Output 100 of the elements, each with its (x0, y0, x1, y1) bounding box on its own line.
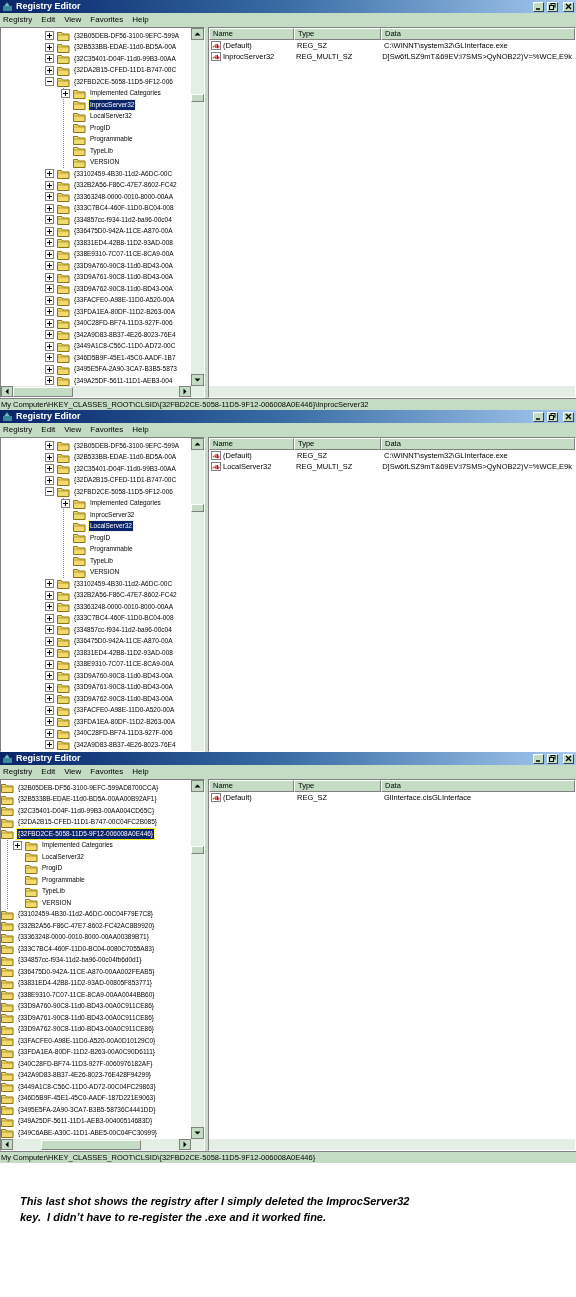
minimize-button[interactable] (533, 753, 544, 764)
menu-item[interactable]: Registry (3, 16, 33, 24)
vertical-scrollbar[interactable] (191, 780, 204, 1139)
vertical-scrollbar[interactable] (191, 28, 204, 386)
expand-toggle[interactable] (45, 341, 54, 351)
menu-item[interactable]: View (64, 426, 82, 434)
expand-toggle[interactable] (45, 261, 54, 271)
folder-icon (57, 191, 70, 203)
expand-toggle[interactable] (45, 728, 54, 738)
expand-toggle[interactable] (45, 659, 54, 669)
expand-toggle[interactable] (45, 682, 54, 692)
expand-toggle[interactable] (45, 180, 54, 190)
expand-toggle[interactable] (45, 353, 54, 363)
menu-item[interactable]: Edit (41, 426, 56, 434)
scroll-thumb[interactable] (13, 386, 73, 397)
menu-item[interactable]: Help (132, 16, 149, 24)
minimize-button[interactable] (533, 411, 544, 422)
plus-icon (46, 603, 53, 611)
folder-icon (57, 589, 70, 601)
expand-toggle[interactable] (45, 31, 54, 41)
horizontal-scrollbar[interactable] (1, 1139, 204, 1150)
expand-toggle[interactable] (45, 694, 54, 704)
expand-toggle[interactable] (45, 602, 54, 612)
expand-toggle[interactable] (45, 648, 54, 658)
expand-toggle[interactable] (45, 295, 54, 305)
folder-icon (57, 329, 70, 341)
menu-item[interactable]: Help (132, 768, 149, 776)
expand-toggle[interactable] (45, 364, 54, 374)
menu-item[interactable]: Favorites (90, 768, 124, 776)
expand-toggle[interactable] (45, 625, 54, 635)
expand-toggle[interactable] (45, 590, 54, 600)
restore-button[interactable] (547, 411, 558, 422)
expand-toggle[interactable] (45, 65, 54, 75)
close-button[interactable] (563, 411, 574, 422)
expand-toggle[interactable] (45, 249, 54, 259)
expand-toggle[interactable] (45, 464, 54, 474)
expand-toggle[interactable] (45, 318, 54, 328)
menu-item[interactable]: View (64, 768, 82, 776)
menu-item[interactable]: Edit (41, 768, 56, 776)
scroll-thumb[interactable] (191, 94, 204, 102)
string-value-icon (211, 451, 221, 460)
folder-icon (1, 1023, 14, 1035)
folder-icon (57, 340, 70, 352)
scroll-thumb[interactable] (191, 504, 204, 512)
expand-toggle[interactable] (45, 452, 54, 462)
horizontal-scrollbar[interactable] (1, 386, 204, 397)
menu-item[interactable]: Edit (41, 16, 56, 24)
expand-toggle[interactable] (13, 840, 22, 850)
expand-toggle[interactable] (45, 613, 54, 623)
expand-toggle[interactable] (45, 740, 54, 750)
expand-toggle[interactable] (61, 88, 70, 98)
minimize-button[interactable] (533, 1, 544, 12)
expand-toggle[interactable] (45, 475, 54, 485)
expand-toggle[interactable] (45, 54, 54, 64)
collapse-toggle[interactable] (45, 77, 54, 87)
expand-toggle[interactable] (45, 671, 54, 681)
vertical-scrollbar[interactable] (191, 438, 204, 751)
folder-icon (1, 1046, 14, 1058)
expand-toggle[interactable] (45, 169, 54, 179)
expand-toggle[interactable] (45, 636, 54, 646)
expand-toggle[interactable] (45, 330, 54, 340)
expand-toggle[interactable] (45, 284, 54, 294)
menu-item[interactable]: Favorites (90, 426, 124, 434)
expand-toggle[interactable] (45, 203, 54, 213)
folder-icon (57, 306, 70, 318)
expand-toggle[interactable] (45, 717, 54, 727)
plus-icon (46, 193, 53, 201)
restore-button[interactable] (547, 753, 558, 764)
folder-icon (57, 647, 70, 659)
close-button[interactable] (563, 753, 574, 764)
plus-icon (46, 32, 53, 40)
menu-item[interactable]: Registry (3, 768, 33, 776)
restore-button[interactable] (547, 1, 558, 12)
scroll-thumb[interactable] (191, 846, 204, 854)
expand-toggle[interactable] (45, 579, 54, 589)
scroll-thumb[interactable] (41, 1139, 141, 1150)
folder-icon (73, 532, 86, 544)
expand-toggle[interactable] (45, 215, 54, 225)
folder-icon (1, 1000, 14, 1012)
expand-toggle[interactable] (45, 272, 54, 282)
close-button[interactable] (563, 1, 574, 12)
expand-toggle[interactable] (45, 42, 54, 52)
folder-icon (1, 908, 14, 920)
expand-toggle[interactable] (45, 192, 54, 202)
plus-icon (46, 453, 53, 461)
menu-item[interactable]: Registry (3, 426, 33, 434)
menu-item[interactable]: View (64, 16, 82, 24)
expand-toggle[interactable] (45, 238, 54, 248)
expand-toggle[interactable] (45, 441, 54, 451)
expand-toggle[interactable] (45, 376, 54, 386)
expand-toggle[interactable] (45, 307, 54, 317)
folder-icon (25, 874, 38, 886)
expand-toggle[interactable] (61, 498, 70, 508)
folder-icon (73, 133, 86, 145)
expand-toggle[interactable] (45, 226, 54, 236)
menu-item[interactable]: Help (132, 426, 149, 434)
expand-toggle[interactable] (45, 705, 54, 715)
folder-icon (1, 1115, 14, 1127)
menu-item[interactable]: Favorites (90, 16, 124, 24)
collapse-toggle[interactable] (45, 487, 54, 497)
